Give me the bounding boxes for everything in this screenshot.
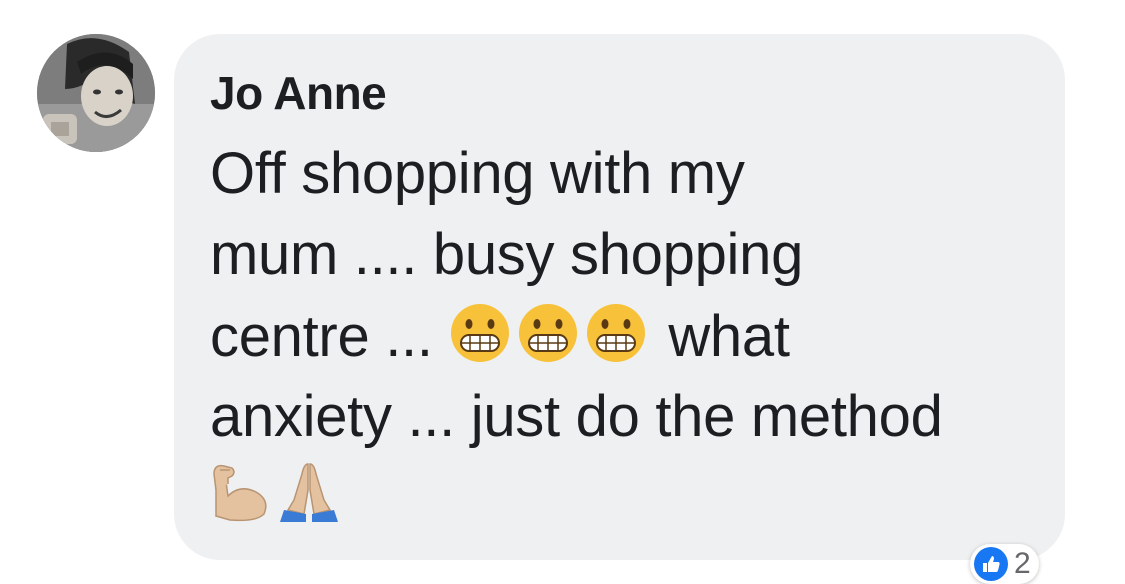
comment-text-line-1: Off shopping with my	[210, 141, 745, 206]
comment-text-segment: centre ...	[210, 304, 433, 369]
avatar-photo	[37, 34, 155, 152]
folded-hands-emoji	[278, 460, 340, 522]
flexed-biceps-emoji	[210, 460, 272, 522]
comment-text-line-3: centre ... what	[210, 302, 790, 370]
reaction-summary[interactable]: 2	[970, 544, 1039, 584]
grimacing-face-emoji	[585, 302, 647, 364]
grimacing-face-emoji	[449, 302, 511, 364]
avatar[interactable]	[37, 34, 155, 152]
comment-text-line-4: anxiety ... just do the method	[210, 384, 943, 449]
comment-text-line-5	[210, 460, 346, 528]
comment-text-segment: what	[668, 304, 790, 369]
grimacing-face-emoji	[517, 302, 579, 364]
comment-text-line-2: mum .... busy shopping	[210, 222, 804, 287]
comment-author[interactable]: Jo Anne	[210, 66, 387, 120]
